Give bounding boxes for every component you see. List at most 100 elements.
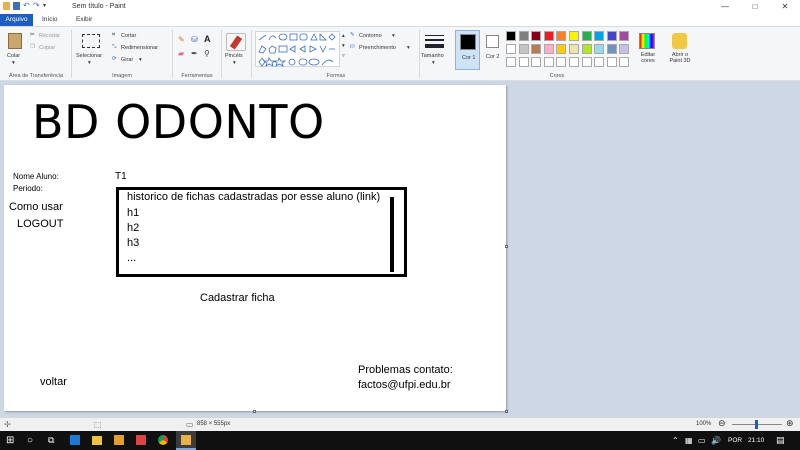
color-swatch[interactable] xyxy=(506,44,516,54)
color-picker-icon[interactable]: ✒ xyxy=(191,49,198,58)
redo-icon[interactable]: ↷ xyxy=(33,2,40,10)
color-swatch[interactable] xyxy=(518,57,529,67)
color2-button[interactable]: Cor 2 xyxy=(483,30,503,70)
select-button[interactable]: Selecionar ▾ xyxy=(75,31,107,69)
chrome-icon[interactable] xyxy=(158,435,168,445)
color-swatch[interactable] xyxy=(569,31,579,41)
size-button[interactable]: Tamanho ▾ xyxy=(421,31,448,69)
outline-button[interactable]: ✎ Contorno ▾ xyxy=(350,32,400,40)
history-box: historico de fichas cadastradas por esse… xyxy=(116,187,407,277)
color1-button[interactable]: Cor 1 xyxy=(455,30,480,70)
open-paint3d-button[interactable]: Abrir o Paint 3D xyxy=(664,30,694,70)
register-form-link[interactable]: Cadastrar ficha xyxy=(200,292,275,304)
canvas-resize-handle[interactable] xyxy=(253,410,256,413)
text-icon[interactable]: A xyxy=(204,34,211,44)
back-link[interactable]: voltar xyxy=(40,376,67,388)
color-swatch[interactable] xyxy=(606,31,617,41)
magnifier-icon[interactable]: ⚲ xyxy=(204,49,210,58)
eraser-icon[interactable]: ▰ xyxy=(178,49,184,58)
color-swatch[interactable] xyxy=(581,57,592,67)
color-swatch[interactable] xyxy=(531,44,542,54)
zoom-slider-thumb[interactable] xyxy=(755,420,758,429)
maximize-button[interactable]: □ xyxy=(740,0,770,14)
color-swatch[interactable] xyxy=(518,31,529,41)
drawing-canvas[interactable]: BD ODONTO Nome Aluno: T1 Periodo: Como u… xyxy=(4,85,506,411)
color-swatch[interactable] xyxy=(556,44,567,54)
color-swatch[interactable] xyxy=(581,44,592,54)
rotate-button[interactable]: ⟳ Girar ▾ xyxy=(112,56,152,64)
zoom-out-button[interactable]: ⊖ xyxy=(718,418,726,429)
history-item[interactable]: h3 xyxy=(127,237,139,249)
color-swatch[interactable] xyxy=(543,31,554,41)
contact-email[interactable]: factos@ufpi.edu.br xyxy=(358,379,451,391)
fill-button[interactable]: ⛁ Preenchimento ▾ xyxy=(350,44,414,52)
shapes-scroll-up-icon[interactable]: ▴ xyxy=(342,33,345,39)
tab-view[interactable]: Exibir xyxy=(72,14,96,26)
tab-file[interactable]: Arquivo xyxy=(0,14,33,26)
task-view-icon[interactable]: ⧉ xyxy=(48,434,54,447)
color-swatch[interactable] xyxy=(556,57,567,67)
fill-bucket-icon[interactable]: ⛁ xyxy=(191,35,198,44)
history-item[interactable]: ... xyxy=(127,252,136,264)
paste-button[interactable]: Colar ▾ xyxy=(4,31,26,69)
color-swatch[interactable] xyxy=(606,44,617,54)
shapes-scroll-down-icon[interactable]: ▾ xyxy=(342,43,345,49)
chevron-up-icon[interactable]: ⌃ xyxy=(672,434,679,447)
cut-button[interactable]: ✂ Recortar xyxy=(30,32,66,40)
color-swatch[interactable] xyxy=(581,31,592,41)
file-explorer-icon[interactable] xyxy=(92,436,102,445)
copy-button[interactable]: ❐ Copiar xyxy=(30,44,66,52)
color-swatch[interactable] xyxy=(606,57,617,67)
customize-toolbar-icon[interactable]: ▾ xyxy=(43,2,50,10)
color-swatch[interactable] xyxy=(543,44,554,54)
pencil-icon[interactable]: ✎ xyxy=(178,35,185,44)
history-item[interactable]: h1 xyxy=(127,207,139,219)
zoom-in-button[interactable]: ⊕ xyxy=(786,418,794,429)
scrollbar[interactable] xyxy=(390,197,394,272)
color-swatch[interactable] xyxy=(619,44,630,54)
network-icon[interactable]: ▦ xyxy=(685,434,693,447)
app-icon[interactable] xyxy=(136,435,146,445)
brushes-button[interactable]: Pincéis ▾ xyxy=(223,31,249,69)
shapes-expand-icon[interactable]: ▿ xyxy=(342,53,345,59)
canvas-resize-handle[interactable] xyxy=(505,245,508,248)
close-button[interactable]: ✕ xyxy=(770,0,800,14)
color-swatch[interactable] xyxy=(506,31,516,41)
edge-icon[interactable] xyxy=(70,435,80,445)
save-icon[interactable] xyxy=(13,2,20,10)
logout-link[interactable]: LOGOUT xyxy=(17,218,63,230)
minimize-button[interactable]: — xyxy=(710,0,740,14)
tab-home[interactable]: Início xyxy=(38,14,62,26)
resize-button[interactable]: ⤡ Redimensionar xyxy=(112,44,172,52)
shapes-gallery[interactable] xyxy=(255,31,340,67)
color-swatch[interactable] xyxy=(594,57,605,67)
history-title-link[interactable]: historico de fichas cadastradas por esse… xyxy=(127,191,380,203)
color-swatch[interactable] xyxy=(569,57,579,67)
color-swatch[interactable] xyxy=(531,31,542,41)
color-swatch[interactable] xyxy=(594,44,605,54)
clock[interactable]: 21:10 xyxy=(748,434,764,447)
search-icon[interactable]: ○ xyxy=(27,434,33,447)
paint-taskbar-button[interactable] xyxy=(176,431,196,450)
color-swatch[interactable] xyxy=(569,44,579,54)
history-item[interactable]: h2 xyxy=(127,222,139,234)
color-swatch[interactable] xyxy=(619,57,630,67)
how-to-use-link[interactable]: Como usar xyxy=(9,201,63,213)
volume-icon[interactable]: 🔊 xyxy=(711,434,721,447)
color-swatch[interactable] xyxy=(531,57,542,67)
color-swatch[interactable] xyxy=(619,31,630,41)
notifications-icon[interactable]: ▤ xyxy=(776,434,785,447)
input-language[interactable]: POR xyxy=(728,434,742,447)
undo-icon[interactable]: ↶ xyxy=(23,2,30,10)
color-swatch[interactable] xyxy=(594,31,605,41)
edit-colors-button[interactable]: Editar cores xyxy=(635,30,659,70)
canvas-resize-handle[interactable] xyxy=(505,410,508,413)
color-swatch[interactable] xyxy=(518,44,529,54)
battery-icon[interactable]: ▭ xyxy=(698,434,706,447)
color-swatch[interactable] xyxy=(543,57,554,67)
windows-start-icon[interactable]: ⊞ xyxy=(6,434,14,447)
media-player-icon[interactable] xyxy=(114,435,124,445)
color-swatch[interactable] xyxy=(506,57,516,67)
crop-button[interactable]: ⌗ Cortar xyxy=(112,32,167,40)
color-swatch[interactable] xyxy=(556,31,567,41)
